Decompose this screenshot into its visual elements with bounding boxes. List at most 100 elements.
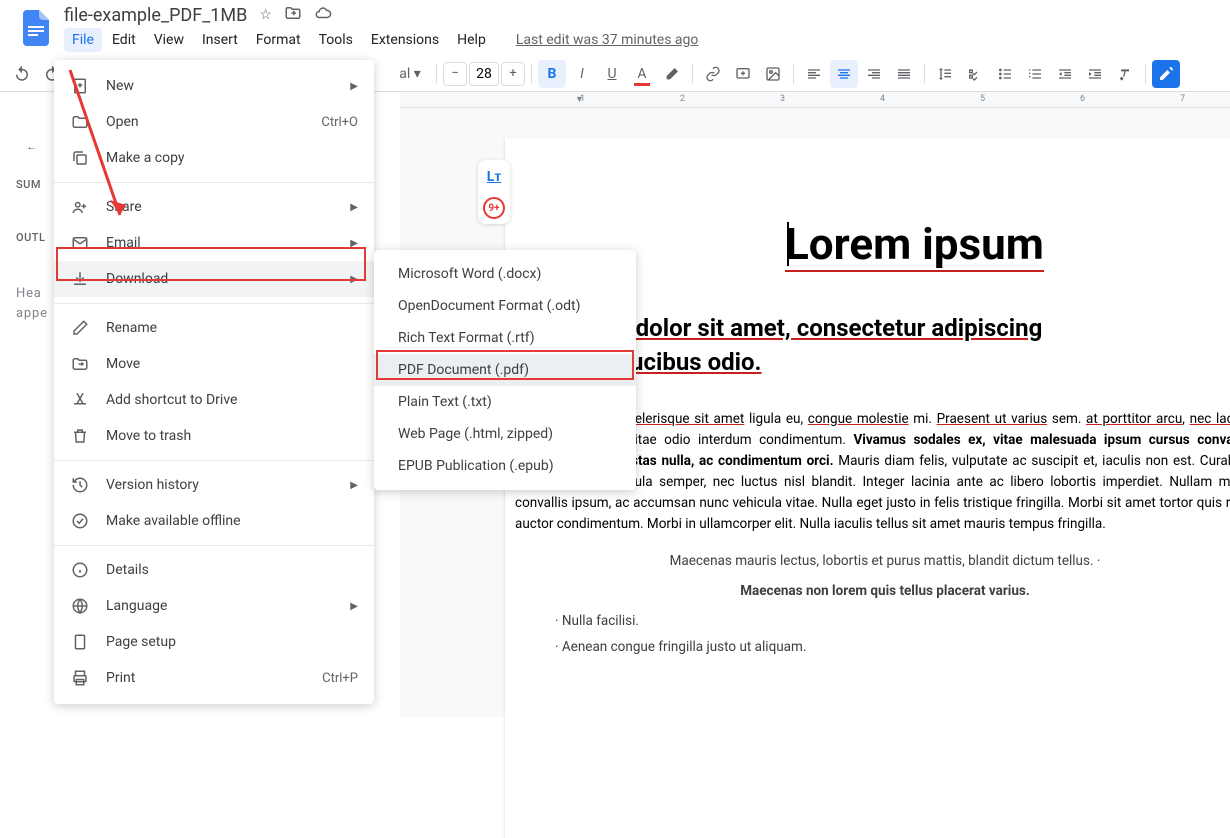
details-icon [70,560,90,580]
file-menu-download[interactable]: Download▶ [54,261,374,297]
doc-paragraph-3[interactable]: Maecenas non lorem quis tellus placerat … [515,583,1230,599]
doc-bullet-2[interactable]: · Aenean congue fringilla justo ut aliqu… [555,639,1230,655]
ruler[interactable]: ▼ 1 2 3 4 5 6 7 [400,92,1230,108]
ruler-mark: 5 [980,94,985,104]
menu-row-shortcut: Ctrl+O [321,115,358,130]
menu-row-label: Move to trash [106,428,358,444]
doc-heading-1[interactable]: Lorem ipsum [785,218,1044,272]
download-option-pdf-document-pdf-[interactable]: PDF Document (.pdf) [374,354,636,386]
drive-shortcut-icon [70,390,90,410]
offline-icon [70,511,90,531]
grammarly-icon[interactable]: 9+ [478,192,510,224]
menu-row-label: Page setup [106,634,358,650]
email-icon [70,233,90,253]
chevron-right-icon: ▶ [350,81,358,92]
file-menu-open[interactable]: OpenCtrl+O [54,104,374,140]
outline-label: OUTL [16,231,56,244]
underline-button[interactable]: U [598,60,626,88]
menu-help[interactable]: Help [449,28,494,52]
numbered-list-button[interactable] [1021,60,1049,88]
file-menu-make-available-offline[interactable]: Make available offline [54,503,374,539]
undo-button[interactable] [8,60,36,88]
add-comment-button[interactable] [729,60,757,88]
file-menu-details[interactable]: Details [54,552,374,588]
menu-view[interactable]: View [146,28,192,52]
cloud-status-icon[interactable] [314,4,332,26]
outline-text: Hea appe [16,284,56,323]
file-menu-language[interactable]: Language▶ [54,588,374,624]
star-icon[interactable]: ☆ [259,7,272,23]
move-icon [70,354,90,374]
print-icon [70,668,90,688]
doc-paragraph-2[interactable]: Maecenas mauris lectus, lobortis et puru… [515,553,1230,569]
docs-logo-icon[interactable] [16,8,56,48]
align-left-button[interactable] [800,60,828,88]
file-menu-email[interactable]: Email▶ [54,225,374,261]
insert-image-button[interactable] [759,60,787,88]
file-menu-add-shortcut-to-drive[interactable]: Add shortcut to Drive [54,382,374,418]
line-spacing-button[interactable] [931,60,959,88]
download-option-web-page-html-zipped-[interactable]: Web Page (.html, zipped) [374,418,636,450]
download-option-rich-text-format-rtf-[interactable]: Rich Text Format (.rtf) [374,322,636,354]
highlight-button[interactable] [658,60,686,88]
move-folder-icon[interactable] [284,4,302,26]
menu-row-label: New [106,78,334,94]
document-title[interactable]: file-example_PDF_1MB [64,5,247,26]
last-edit-link[interactable]: Last edit was 37 minutes ago [516,32,699,48]
menu-row-label: Print [106,670,306,686]
menu-row-label: Move [106,356,358,372]
doc-bullet-1[interactable]: · Nulla facilisi. [555,613,1230,629]
menu-edit[interactable]: Edit [104,28,144,52]
align-center-button[interactable] [830,60,858,88]
checklist-button[interactable] [961,60,989,88]
menu-row-label: Add shortcut to Drive [106,392,358,408]
increase-indent-button[interactable] [1081,60,1109,88]
file-menu-move[interactable]: Move [54,346,374,382]
language-tool-icon[interactable]: Lᴛ [478,160,510,192]
file-menu-share[interactable]: Share▶ [54,189,374,225]
rename-icon [70,318,90,338]
chevron-right-icon: ▶ [350,238,358,249]
font-size-decrease[interactable]: − [443,62,467,86]
file-menu-new[interactable]: New ▶ [54,68,374,104]
download-option-opendocument-format-odt-[interactable]: OpenDocument Format (.odt) [374,290,636,322]
trash-icon [70,426,90,446]
insert-link-button[interactable] [699,60,727,88]
font-size-input[interactable] [469,62,499,86]
style-dropdown[interactable]: al ▾ [390,60,430,88]
file-menu-page-setup[interactable]: Page setup [54,624,374,660]
file-menu-make-a-copy[interactable]: Make a copy [54,140,374,176]
ruler-mark: 6 [1080,94,1085,104]
file-menu-move-to-trash[interactable]: Move to trash [54,418,374,454]
summary-label: SUM [16,178,56,191]
menu-row-label: Make a copy [106,150,358,166]
decrease-indent-button[interactable] [1051,60,1079,88]
align-justify-button[interactable] [890,60,918,88]
download-option-plain-text-txt-[interactable]: Plain Text (.txt) [374,386,636,418]
italic-button[interactable]: I [568,60,596,88]
bullet-list-button[interactable] [991,60,1019,88]
file-menu-print[interactable]: PrintCtrl+P [54,660,374,696]
download-submenu: Microsoft Word (.docx)OpenDocument Forma… [374,250,636,490]
editing-mode-button[interactable] [1152,60,1180,88]
menu-file[interactable]: File [64,28,102,52]
clear-formatting-button[interactable] [1111,60,1139,88]
menu-extensions[interactable]: Extensions [363,28,447,52]
copy-icon [70,148,90,168]
text-color-button[interactable]: A [628,60,656,88]
font-size-increase[interactable]: + [501,62,525,86]
history-icon [70,475,90,495]
download-option-epub-publication-epub-[interactable]: EPUB Publication (.epub) [374,450,636,482]
file-menu-rename[interactable]: Rename [54,310,374,346]
download-option-microsoft-word-docx-[interactable]: Microsoft Word (.docx) [374,258,636,290]
side-tools-widget: Lᴛ 9+ [478,160,510,224]
panel-back-button[interactable]: ← [16,130,48,162]
menu-insert[interactable]: Insert [194,28,246,52]
menu-tools[interactable]: Tools [311,28,361,52]
menu-format[interactable]: Format [248,28,309,52]
align-right-button[interactable] [860,60,888,88]
bold-button[interactable]: B [538,60,566,88]
chevron-right-icon: ▶ [350,274,358,285]
language-icon [70,596,90,616]
file-menu-version-history[interactable]: Version history▶ [54,467,374,503]
